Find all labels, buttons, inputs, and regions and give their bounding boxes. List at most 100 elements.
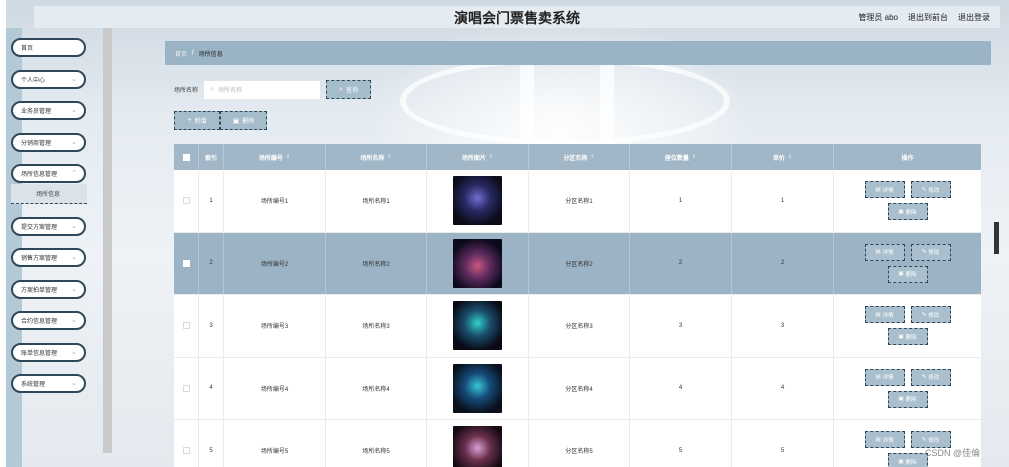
venue-thumbnail[interactable] — [453, 301, 502, 351]
row-checkbox[interactable] — [182, 322, 190, 330]
admin-label: 管理员 abo — [858, 13, 898, 22]
select-all-checkbox[interactable] — [182, 153, 190, 161]
breadcrumb-separator: / — [192, 50, 194, 56]
pencil-icon: ✎ — [921, 436, 927, 443]
search-input[interactable]: ⌕ 场所名称 — [204, 80, 321, 99]
column-header[interactable]: 场所图片 ⇕ — [427, 144, 529, 170]
row-checkbox[interactable] — [182, 384, 190, 392]
column-header: 操作 — [901, 155, 914, 162]
row-checkbox-cell — [174, 170, 199, 232]
detail-button[interactable]: ▤ 详情 — [864, 243, 905, 261]
chevron-down-icon: ⌄ — [71, 107, 77, 114]
table-row[interactable]: 3 场所编号3 场所名称3 分区名称3 3 3 ▤ 详情 ✎ 修改 ▣ 删除 — [174, 295, 981, 358]
venue-thumbnail[interactable] — [453, 176, 502, 226]
trash-icon: ▣ — [898, 271, 904, 278]
edit-button[interactable]: ✎ 修改 — [910, 243, 951, 261]
cell-ops: ▤ 详情 ✎ 修改 ▣ 删除 — [834, 420, 981, 467]
column-header[interactable]: 分区名称 ⇕ — [529, 144, 630, 170]
sidebar-subitem-venue-info[interactable]: 场所信息 — [11, 184, 87, 204]
sort-icon: ⇕ — [488, 154, 494, 160]
column-header[interactable]: 场所名称 ⇕ — [326, 144, 427, 170]
cell-name: 场所名称2 — [326, 232, 427, 294]
delete-button[interactable]: ▣ 删除 — [887, 453, 928, 467]
venue-thumbnail[interactable] — [453, 426, 502, 467]
row-checkbox[interactable] — [182, 259, 190, 267]
edit-label: 修改 — [928, 375, 940, 382]
cell-index: 5 — [199, 420, 224, 467]
venue-thumbnail[interactable] — [453, 363, 502, 413]
sidebar-item-plan-order[interactable]: 方案拍单管理 ⌄ — [11, 279, 86, 299]
cell-seats: 3 — [630, 295, 732, 357]
edit-button[interactable]: ✎ 修改 — [910, 181, 951, 199]
delete-button[interactable]: ▣ 删除 — [887, 390, 928, 408]
cell-zone: 分区名称3 — [529, 295, 630, 357]
column-header[interactable]: 场所编号 ⇕ — [224, 144, 326, 170]
sidebar-item-sales-plan[interactable]: 销售方案管理 ⌄ — [11, 248, 86, 267]
edit-button[interactable]: ✎ 修改 — [910, 368, 951, 386]
chevron-down-icon: ⌄ — [71, 317, 77, 324]
trash-icon: ▣ — [898, 458, 904, 465]
row-actions: ▤ 详情 ✎ 修改 ▣ 删除 — [864, 243, 951, 283]
row-checkbox-cell — [174, 357, 199, 419]
cell-index: 3 — [199, 295, 224, 357]
row-actions: ▤ 详情 ✎ 修改 ▣ 删除 — [864, 181, 951, 221]
delete-button[interactable]: ▣ 删除 — [887, 265, 928, 283]
cell-price: 3 — [732, 295, 834, 357]
sidebar-item-label: 账单信息管理 — [21, 350, 58, 357]
sidebar-item-system[interactable]: 系统管理 ⌄ — [11, 374, 86, 393]
sidebar-item-contract[interactable]: 合约信息管理 ⌄ — [11, 311, 86, 330]
row-checkbox-cell — [174, 420, 199, 467]
cell-name: 场所名称1 — [326, 170, 427, 232]
column-header[interactable]: 座位数量 ⇕ — [630, 144, 732, 170]
sidebar-item-label: 场所信息管理 — [21, 172, 58, 178]
batch-delete-button[interactable]: ▣ 删除 — [220, 111, 267, 130]
row-actions: ▤ 详情 ✎ 修改 ▣ 删除 — [864, 306, 951, 346]
delete-button-label: 删除 — [242, 119, 255, 125]
edit-button[interactable]: ✎ 修改 — [910, 306, 951, 324]
detail-icon: ▤ — [875, 374, 881, 381]
page-scrollbar[interactable] — [994, 222, 999, 254]
edit-label: 修改 — [928, 312, 940, 319]
detail-label: 详情 — [882, 312, 894, 319]
cell-code: 场所编号1 — [224, 170, 326, 232]
table-row[interactable]: 4 场所编号4 场所名称4 分区名称4 4 4 ▤ 详情 ✎ 修改 ▣ 删除 — [174, 357, 981, 420]
search-bar: 场所名称 ⌕ 场所名称 ⌕ 查询 — [174, 80, 372, 99]
breadcrumb-current: 场所信息 — [198, 51, 223, 58]
sidebar-item-bill[interactable]: 账单信息管理 ⌄ — [11, 342, 86, 362]
add-button[interactable]: + 新增 — [174, 111, 220, 130]
table-header: 索引 场所编号 ⇕ 场所名称 ⇕ 场所图片 ⇕ 分区名称 ⇕ 座位数量 ⇕ 单价 ⇕ 操作 — [174, 144, 981, 170]
sidebar-scrollbar[interactable] — [103, 28, 112, 453]
sidebar-item-distributor[interactable]: 分销商管理 ⌄ — [11, 132, 86, 152]
detail-button[interactable]: ▤ 详情 — [864, 368, 905, 386]
sidebar-item-submit-plan[interactable]: 提交方案管理 ⌄ — [11, 216, 86, 236]
cell-image — [427, 295, 529, 357]
delete-button[interactable]: ▣ 删除 — [887, 328, 928, 346]
cell-zone: 分区名称4 — [529, 357, 630, 419]
search-button[interactable]: ⌕ 查询 — [326, 80, 372, 99]
back-to-front-link[interactable]: 退出到前台 — [908, 12, 948, 23]
sort-icon: ⇕ — [590, 154, 595, 160]
sidebar-item-label: 分销商管理 — [21, 140, 52, 147]
sidebar-item-salesman[interactable]: 业务员管理 ⌄ — [11, 101, 86, 120]
detail-button[interactable]: ▤ 详情 — [864, 306, 905, 324]
detail-button[interactable]: ▤ 详情 — [864, 431, 905, 449]
sidebar-item-profile[interactable]: 个人中心 ⌄ — [11, 69, 86, 89]
logout-link[interactable]: 退出登录 — [958, 12, 990, 23]
header-user-area: 管理员 abo 退出到前台 退出登录 — [858, 12, 990, 23]
sidebar-item-home[interactable]: 首页 — [11, 38, 86, 57]
table-row[interactable]: 1 场所编号1 场所名称1 分区名称1 1 1 ▤ 详情 ✎ 修改 ▣ 删除 — [174, 170, 981, 233]
search-label: 场所名称 — [174, 88, 199, 94]
sidebar-item-venue[interactable]: 场所信息管理 ⌃ — [11, 164, 86, 183]
venue-thumbnail[interactable] — [453, 238, 502, 288]
pencil-icon: ✎ — [921, 249, 927, 256]
row-checkbox[interactable] — [182, 447, 190, 455]
detail-button[interactable]: ▤ 详情 — [864, 181, 905, 199]
row-checkbox[interactable] — [182, 197, 190, 205]
breadcrumb-home[interactable]: 首页 — [175, 49, 187, 58]
column-header[interactable]: 单价 ⇕ — [732, 144, 834, 170]
delete-button[interactable]: ▣ 删除 — [887, 203, 928, 221]
table-row[interactable]: 5 场所编号5 场所名称5 分区名称5 5 5 ▤ 详情 ✎ 修改 ▣ 删除 — [174, 420, 981, 467]
chevron-down-icon: ⌄ — [71, 222, 77, 230]
background-ring — [400, 56, 730, 146]
table-row[interactable]: 2 场所编号2 场所名称2 分区名称2 2 2 ▤ 详情 ✎ 修改 ▣ 删除 — [174, 232, 981, 295]
